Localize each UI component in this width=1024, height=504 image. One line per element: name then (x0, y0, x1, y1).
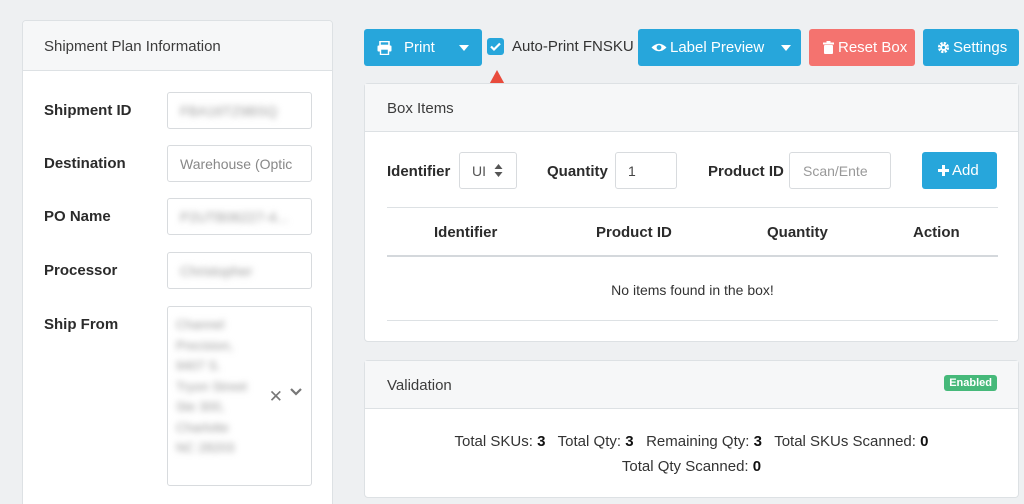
validation-title: Validation (387, 377, 452, 394)
address-line: Charlotte (176, 419, 229, 435)
checkmark-icon (490, 42, 501, 52)
reset-box-button[interactable]: Reset Box (809, 29, 915, 66)
column-header-product-id: Product ID (596, 224, 672, 241)
table-top-divider (387, 207, 998, 208)
printer-icon (377, 41, 392, 55)
po-name-field[interactable]: P2UTB06227-4... (167, 198, 312, 235)
ship-from-address: Channel Precision, 9407 S. Tryon Street … (176, 315, 247, 459)
address-line: 9407 S. (176, 358, 221, 373)
total-qty-value: 3 (625, 433, 634, 450)
print-label: Print (404, 39, 435, 56)
chevron-down-icon[interactable] (289, 385, 303, 399)
total-qty-scanned-value: 0 (752, 458, 762, 475)
product-id-input[interactable]: Scan/Ente (789, 152, 891, 189)
total-skus-scanned-value: 0 (920, 433, 929, 450)
quantity-value: 1 (628, 163, 636, 179)
total-skus-value: 3 (537, 433, 546, 450)
column-header-quantity: Quantity (767, 224, 828, 241)
address-line: Ste 300, (176, 399, 225, 414)
print-dropdown-icon[interactable] (459, 45, 469, 51)
settings-button[interactable]: Settings (923, 29, 1019, 66)
total-skus-label: Total SKUs: (454, 433, 533, 450)
table-header-divider (387, 255, 998, 257)
validation-header: Validation Enabled (365, 361, 1018, 409)
settings-label: Settings (953, 39, 1008, 56)
label-preview-dropdown-icon[interactable] (781, 45, 791, 51)
reset-box-label: Reset Box (838, 39, 908, 56)
shipment-id-label: Shipment ID (44, 102, 132, 119)
processor-field[interactable]: Christopher (167, 252, 312, 289)
sort-icon (494, 164, 503, 177)
label-preview-label: Label Preview (670, 39, 765, 56)
remaining-qty-label: Remaining Qty: (646, 433, 750, 450)
validation-stats-line-1: Total SKUs: 3 Total Qty: 3 Remaining Qty… (365, 433, 1018, 450)
add-label: Add (952, 162, 979, 179)
ship-from-label: Ship From (44, 316, 119, 333)
address-line: Channel (176, 317, 225, 332)
address-line: Precision, (176, 337, 234, 353)
quantity-label: Quantity (547, 163, 608, 180)
quantity-input[interactable]: 1 (615, 152, 677, 189)
shipment-id-field[interactable]: FBA16TZ9BSQ (167, 92, 312, 129)
auto-print-label: Auto-Print FNSKU (512, 38, 634, 55)
gear-icon (937, 41, 950, 54)
processor-label: Processor (44, 262, 118, 279)
table-bottom-divider (387, 320, 998, 321)
address-line: Tryon Street (176, 378, 248, 394)
validation-stats-line-2: Total Qty Scanned: 0 (365, 458, 1018, 475)
ship-from-select[interactable]: Channel Precision, 9407 S. Tryon Street … (167, 306, 312, 486)
destination-label: Destination (44, 155, 126, 172)
box-items-card: Box Items Identifier UI Quantity 1 Produ… (364, 83, 1019, 342)
po-name-value: P2UTB06227-4... (180, 209, 289, 225)
destination-placeholder: Warehouse (Optic (180, 156, 293, 172)
remaining-qty-value: 3 (753, 433, 762, 450)
box-items-title: Box Items (365, 84, 1018, 132)
status-badge: Enabled (944, 375, 997, 391)
shipment-plan-panel: Shipment Plan Information Shipment ID FB… (22, 20, 333, 504)
processor-value: Christopher (180, 263, 253, 279)
eye-icon (651, 43, 667, 52)
add-button[interactable]: Add (922, 152, 997, 189)
validation-card: Validation Enabled Total SKUs: 3 Total Q… (364, 360, 1019, 498)
shipment-plan-title: Shipment Plan Information (23, 21, 332, 71)
total-qty-scanned-label: Total Qty Scanned: (621, 458, 749, 475)
clear-icon[interactable]: ✕ (269, 387, 283, 407)
address-line: NC 28203 (176, 440, 235, 455)
label-preview-button[interactable]: Label Preview (638, 29, 801, 66)
column-header-identifier: Identifier (434, 224, 498, 241)
total-skus-scanned-label: Total SKUs Scanned: (774, 433, 916, 450)
plus-icon (938, 165, 949, 176)
empty-table-message: No items found in the box! (611, 282, 774, 298)
identifier-label: Identifier (387, 163, 451, 180)
print-button[interactable]: Print (364, 29, 482, 66)
destination-field[interactable]: Warehouse (Optic (167, 145, 312, 182)
auto-print-checkbox[interactable] (487, 38, 504, 55)
product-id-placeholder: Scan/Ente (803, 163, 868, 179)
column-header-action: Action (913, 224, 960, 241)
identifier-value: UI (472, 163, 486, 179)
identifier-select[interactable]: UI (459, 152, 517, 189)
shipment-id-value: FBA16TZ9BSQ (180, 103, 278, 119)
total-qty-label: Total Qty: (557, 433, 622, 450)
po-name-label: PO Name (44, 208, 111, 225)
trash-icon (823, 41, 834, 54)
product-id-label: Product ID (708, 163, 784, 180)
